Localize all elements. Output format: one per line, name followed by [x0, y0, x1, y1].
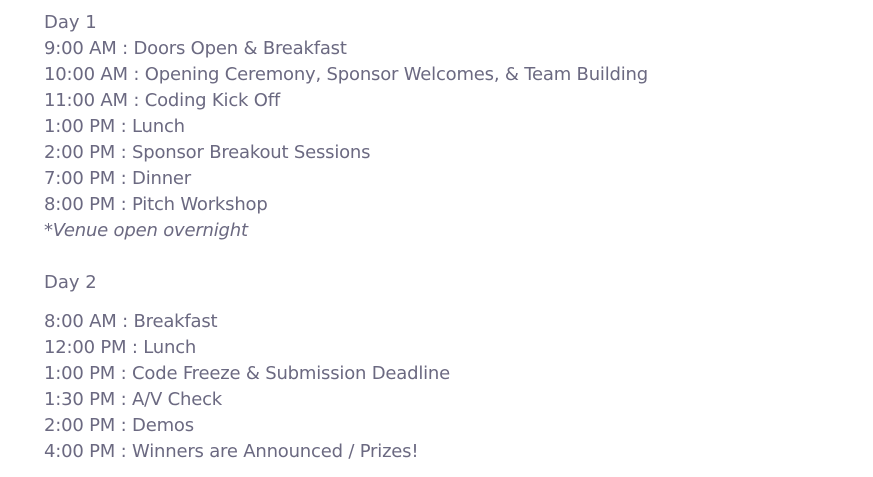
day2-heading: Day 2 — [44, 272, 97, 293]
day1-heading: Day 1 — [44, 12, 97, 33]
event-schedule: Day 1 9:00 AM : Doors Open & Breakfast 1… — [44, 10, 864, 465]
schedule-item: 7:00 PM : Dinner — [44, 168, 191, 189]
schedule-item: 1:00 PM : Lunch — [44, 116, 185, 137]
day2-section: Day 2 8:00 AM : Breakfast 12:00 PM : Lun… — [44, 270, 864, 465]
schedule-item: 11:00 AM : Coding Kick Off — [44, 90, 280, 111]
schedule-item: 8:00 AM : Breakfast — [44, 311, 218, 332]
schedule-item: 2:00 PM : Demos — [44, 415, 194, 436]
schedule-item: 12:00 PM : Lunch — [44, 337, 197, 358]
day1-section: Day 1 9:00 AM : Doors Open & Breakfast 1… — [44, 10, 864, 244]
schedule-item: 10:00 AM : Opening Ceremony, Sponsor Wel… — [44, 64, 648, 85]
schedule-item: 8:00 PM : Pitch Workshop — [44, 194, 268, 215]
schedule-item: 2:00 PM : Sponsor Breakout Sessions — [44, 142, 371, 163]
day2-items: 8:00 AM : Breakfast 12:00 PM : Lunch 1:0… — [44, 309, 864, 465]
schedule-item: 1:30 PM : A/V Check — [44, 389, 223, 410]
schedule-item: 9:00 AM : Doors Open & Breakfast — [44, 38, 347, 59]
schedule-item: 4:00 PM : Winners are Announced / Prizes… — [44, 441, 419, 462]
schedule-item: 1:00 PM : Code Freeze & Submission Deadl… — [44, 363, 451, 384]
venue-note: *Venue open overnight — [44, 220, 248, 241]
